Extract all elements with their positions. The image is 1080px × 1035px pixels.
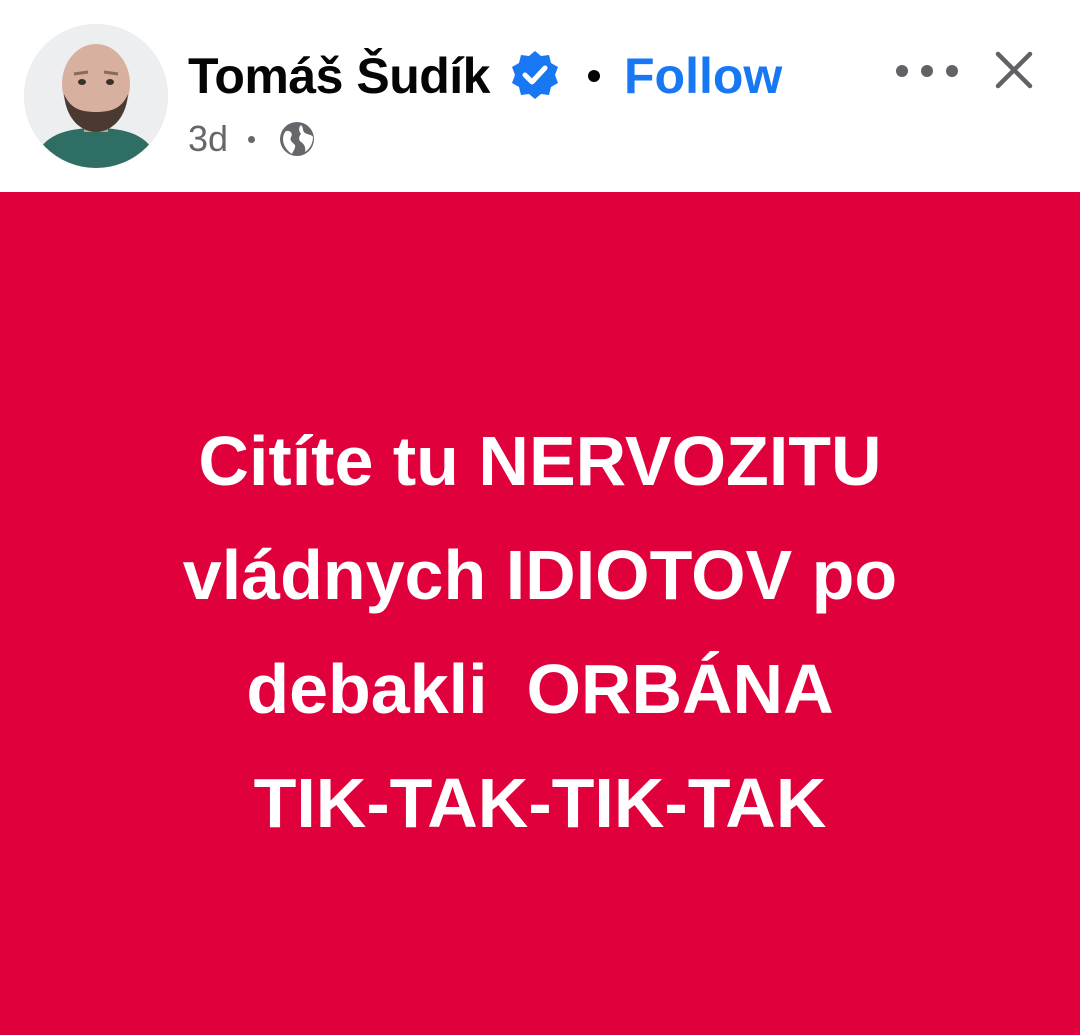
post-meta: 3d [188,116,317,162]
post-timestamp[interactable]: 3d [188,118,228,160]
post-text-line: debakli ORBÁNA [246,649,834,728]
follow-button[interactable]: Follow [624,47,782,105]
close-icon [995,51,1033,89]
verified-badge-icon [508,49,562,103]
author-row: Tomáš Šudík Follow [188,44,782,108]
facebook-post: Tomáš Šudík Follow 3d Citíte tu NERVOZIT… [0,0,1080,1035]
post-text-line: Citíte tu NERVOZITU [198,421,882,500]
close-button[interactable] [984,40,1044,100]
separator-dot [587,70,600,82]
post-text-line: TIK-TAK-TIK-TAK [253,763,827,842]
globe-icon[interactable] [277,119,317,159]
post-text-line: vládnych IDIOTOV po [182,535,898,614]
meta-separator-dot [248,135,256,143]
author-name[interactable]: Tomáš Šudík [188,47,490,105]
more-options-button[interactable] [888,48,966,94]
post-text: Citíte tu NERVOZITU vládnych IDIOTOV po … [90,404,990,860]
post-header: Tomáš Šudík Follow 3d [0,0,1080,190]
profile-photo [24,24,168,168]
post-content-background: Citíte tu NERVOZITU vládnych IDIOTOV po … [0,192,1080,1035]
author-avatar[interactable] [24,24,168,168]
more-options-icon [896,65,958,77]
